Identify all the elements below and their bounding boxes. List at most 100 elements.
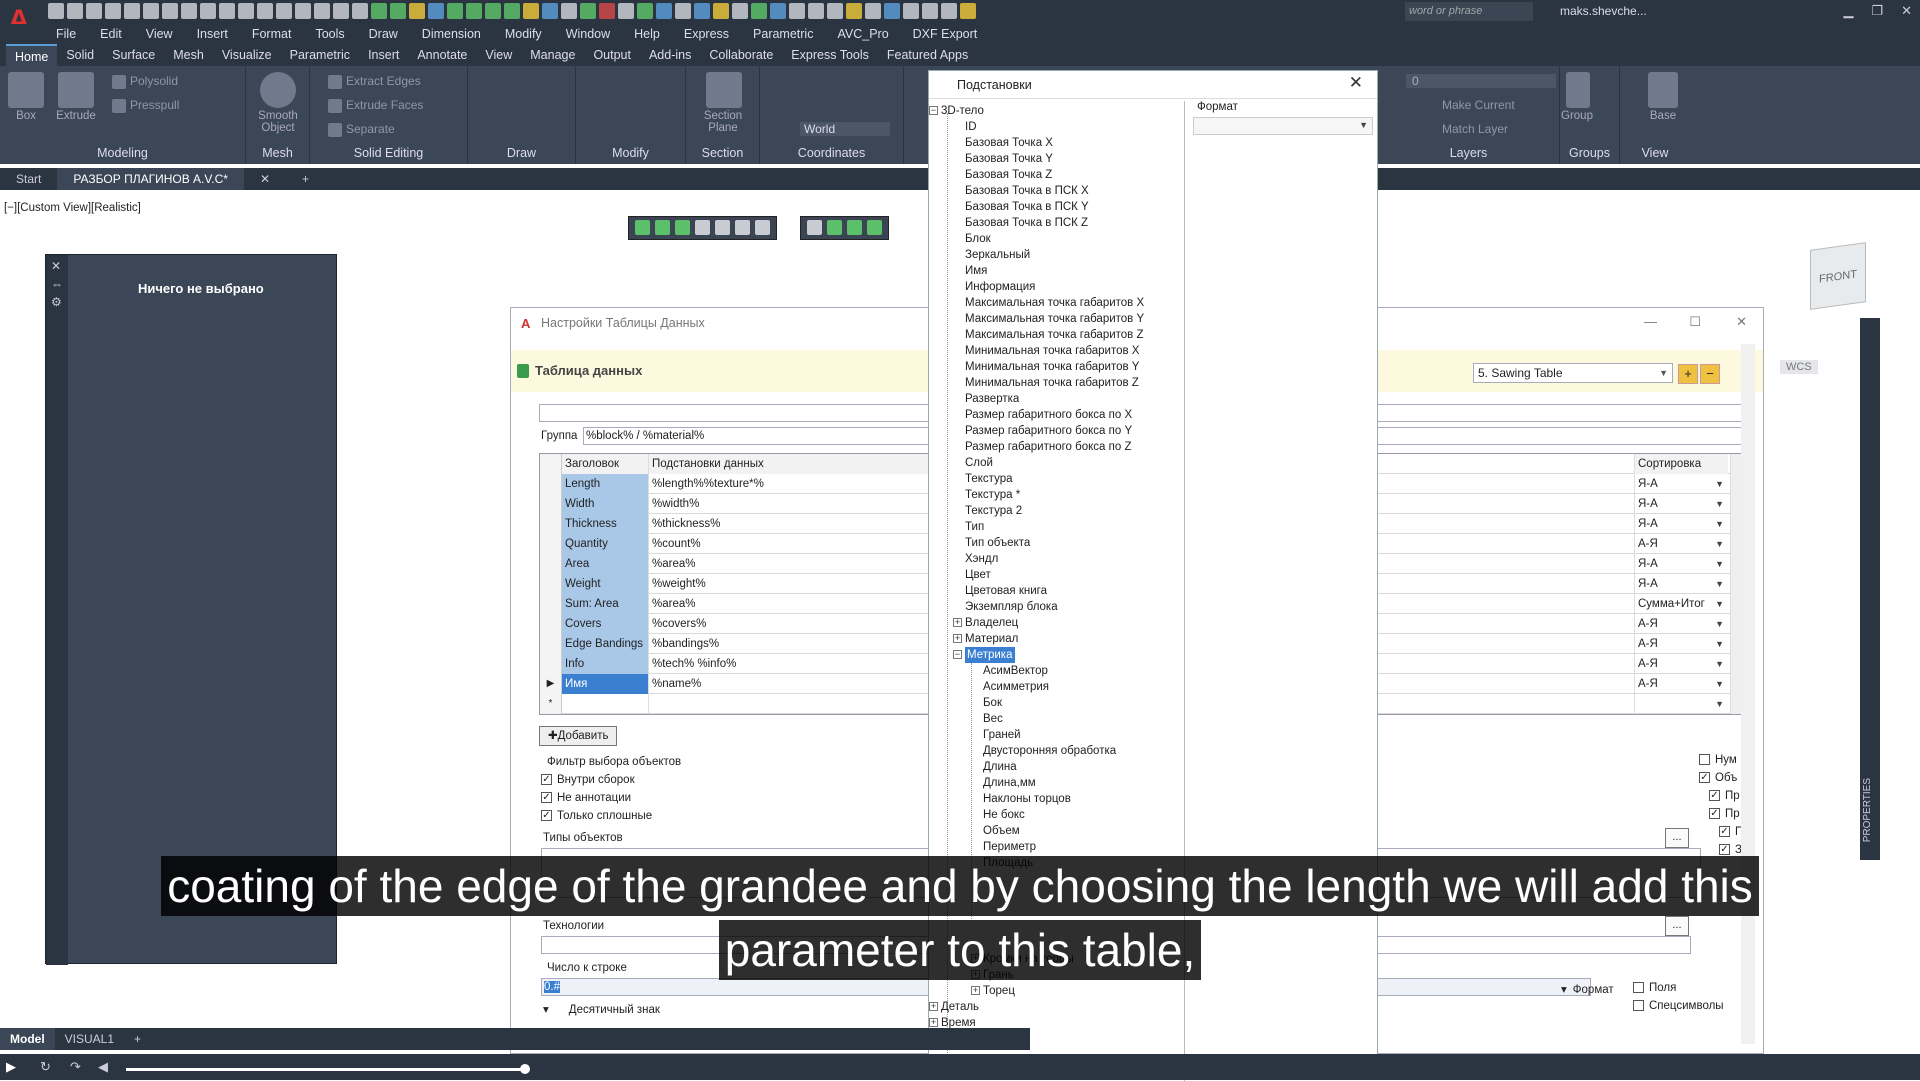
collapse-icon[interactable]: − xyxy=(953,650,962,659)
plugin-tool-icon-6[interactable] xyxy=(735,220,750,235)
expand-icon[interactable]: + xyxy=(971,970,980,979)
tree-item[interactable]: Текстура xyxy=(965,471,1013,487)
option-num[interactable]: Нум xyxy=(1699,754,1737,766)
tree-item[interactable]: Имя xyxy=(965,263,987,279)
plugin-icon-2[interactable] xyxy=(390,3,406,19)
extract-edges-button[interactable]: Extract Edges xyxy=(328,74,421,89)
save-as-icon[interactable] xyxy=(105,3,121,19)
volume-icon[interactable]: ◀ xyxy=(98,1059,108,1075)
box-icon[interactable] xyxy=(8,72,44,108)
menu-view[interactable]: View xyxy=(146,24,173,44)
row-marker[interactable]: ▶ xyxy=(540,674,562,694)
layers-panel-label[interactable]: Layers xyxy=(1378,146,1559,160)
tree-item[interactable]: Материал xyxy=(965,631,1018,647)
new-row-title[interactable] xyxy=(562,694,648,714)
plugin-icon-17[interactable] xyxy=(675,3,691,19)
presspull-button[interactable]: Presspull xyxy=(112,98,179,113)
menu-parametric[interactable]: Parametric xyxy=(753,24,813,44)
new-row-subs[interactable] xyxy=(648,694,968,714)
plugin-tool-icon-2[interactable] xyxy=(655,220,670,235)
row-marker[interactable] xyxy=(540,514,562,534)
tree-item[interactable]: Зеркальный xyxy=(965,247,1030,263)
dimension-icon[interactable] xyxy=(219,3,235,19)
row-title-cell[interactable]: Width xyxy=(562,494,648,514)
plugin-icon-25[interactable] xyxy=(827,3,843,19)
menu-express[interactable]: Express xyxy=(684,24,729,44)
checkbox-checked-icon[interactable]: ✓ xyxy=(1699,772,1710,784)
plugin-icon-29[interactable] xyxy=(903,3,919,19)
tree-item[interactable]: Текстура * xyxy=(965,487,1020,503)
row-marker[interactable] xyxy=(540,554,562,574)
plugin-icon-21[interactable] xyxy=(751,3,767,19)
tree-item[interactable]: Периметр xyxy=(983,839,1036,855)
fields-option[interactable]: Поля xyxy=(1633,982,1676,994)
plugin-tool-icon-7[interactable] xyxy=(755,220,770,235)
tab-model[interactable]: Model xyxy=(0,1028,55,1050)
plot-icon[interactable] xyxy=(124,3,140,19)
menu-insert[interactable]: Insert xyxy=(197,24,228,44)
layer-icon[interactable] xyxy=(276,3,292,19)
tree-item[interactable]: Блок xyxy=(965,231,991,247)
tab-output[interactable]: Output xyxy=(584,44,640,66)
checkbox-checked-icon[interactable]: ✓ xyxy=(1709,790,1720,802)
tab-surface[interactable]: Surface xyxy=(103,44,164,66)
new-tab-icon[interactable]: + xyxy=(286,168,325,190)
tree-item[interactable]: Слой xyxy=(965,455,993,471)
base-view-icon[interactable] xyxy=(1648,72,1678,108)
tree-item[interactable]: Бок xyxy=(983,695,1002,711)
plugin-icon-4[interactable] xyxy=(428,3,444,19)
tab-drawing[interactable]: РАЗБОР ПЛАГИНОВ A.V.C* xyxy=(57,168,244,190)
add-column-button[interactable]: ✚Добавить xyxy=(539,726,618,746)
remove-preset-button[interactable]: − xyxy=(1700,364,1720,384)
tree-item[interactable]: Максимальная точка габаритов X xyxy=(965,295,1144,311)
row-title-cell[interactable]: Weight xyxy=(562,574,648,594)
checkbox-empty-icon[interactable] xyxy=(1699,754,1710,766)
col-header-subs[interactable]: Подстановки данных xyxy=(648,454,968,474)
row-marker[interactable] xyxy=(540,614,562,634)
checkbox-empty-icon[interactable] xyxy=(1633,1000,1644,1012)
row-sort-cell[interactable]: Я-А ▼ xyxy=(1634,554,1728,574)
checkbox-checked-icon[interactable]: ✓ xyxy=(1719,826,1730,838)
plugin-icon-13[interactable] xyxy=(599,3,615,19)
plugin-icon-24[interactable] xyxy=(808,3,824,19)
plugin-icon-8[interactable] xyxy=(504,3,520,19)
row-subs-cell[interactable]: %area% xyxy=(648,554,968,574)
plugin-icon-7[interactable] xyxy=(485,3,501,19)
modify-panel-label[interactable]: Modify xyxy=(576,146,685,160)
plugin-tool-icon-5[interactable] xyxy=(715,220,730,235)
expand-icon[interactable]: + xyxy=(971,954,980,963)
plugin-icon-15[interactable] xyxy=(637,3,653,19)
row-title-cell[interactable]: Edge Bandings xyxy=(562,634,648,654)
menu-window[interactable]: Window xyxy=(566,24,610,44)
plugin-icon-30[interactable] xyxy=(922,3,938,19)
decimal-separator[interactable]: ▾ Десятичный знак xyxy=(543,1002,660,1016)
plugin-icon-6[interactable] xyxy=(466,3,482,19)
expand-icon[interactable]: + xyxy=(971,986,980,995)
menu-help[interactable]: Help xyxy=(634,24,660,44)
tree-item[interactable]: Максимальная точка габаритов Y xyxy=(965,311,1144,327)
dialog-close-icon[interactable]: ✕ xyxy=(1736,314,1747,330)
tab-express-tools[interactable]: Express Tools xyxy=(782,44,878,66)
groups-panel-label[interactable]: Groups xyxy=(1560,146,1619,160)
close-palette-icon[interactable]: ✕ xyxy=(51,259,61,273)
layer-select[interactable]: 0 xyxy=(1406,74,1556,88)
format-select[interactable]: ▾ Формат xyxy=(1561,982,1614,996)
row-subs-cell[interactable]: %area% xyxy=(648,594,968,614)
menu-modify[interactable]: Modify xyxy=(505,24,542,44)
plugin-tool-icon-8[interactable] xyxy=(807,220,822,235)
tab-featured-apps[interactable]: Featured Apps xyxy=(878,44,977,66)
row-title-cell[interactable]: Thickness xyxy=(562,514,648,534)
plugin-icon-14[interactable] xyxy=(618,3,634,19)
section-plane-icon[interactable] xyxy=(706,72,742,108)
checkbox-checked-icon[interactable]: ✓ xyxy=(541,792,552,804)
tree-item[interactable]: Торец xyxy=(983,983,1015,999)
row-marker[interactable] xyxy=(540,494,562,514)
row-marker[interactable] xyxy=(540,634,562,654)
tree-item[interactable]: Метрика xyxy=(965,647,1015,663)
tab-insert[interactable]: Insert xyxy=(359,44,408,66)
tree-item[interactable]: Текстура 2 xyxy=(965,503,1022,519)
row-subs-cell[interactable]: %weight% xyxy=(648,574,968,594)
plugin-icon-1[interactable] xyxy=(371,3,387,19)
tree-item[interactable]: Максимальная точка габаритов Z xyxy=(965,327,1144,343)
filter-not-annotations[interactable]: ✓ Не аннотации xyxy=(541,792,631,804)
